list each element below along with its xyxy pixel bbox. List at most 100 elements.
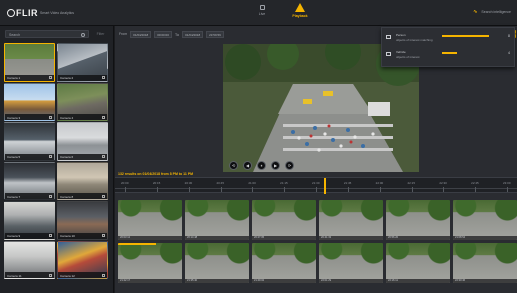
camera-label: Camera 4 bbox=[58, 114, 107, 120]
search-intelligence-menu[interactable]: ∿ Search intelligence bbox=[473, 9, 511, 15]
camera-label: Camera 9 bbox=[5, 232, 54, 239]
timeline[interactable]: 20:00 20:15 20:30 20:45 21:00 21:15 21:30 21:45… bbox=[115, 177, 517, 194]
camera-search-input[interactable]: Search bbox=[5, 30, 89, 38]
result-timestamp: 21:49:02 bbox=[252, 279, 316, 283]
camera-icon bbox=[102, 155, 105, 158]
top-bar: FLIR Smart Video Analytics Live Playback… bbox=[0, 0, 517, 26]
from-time-field[interactable]: 00:00:00 bbox=[154, 30, 172, 38]
objects-dropdown: Person objects of interest matching 8 Ve… bbox=[381, 27, 515, 67]
result-thumbnail[interactable]: 20:41:33 bbox=[319, 200, 383, 240]
timeline-tick bbox=[507, 187, 508, 192]
from-date-field[interactable]: 01/04/2018 bbox=[130, 30, 152, 38]
camera-label: Camera 7 bbox=[5, 193, 54, 199]
camera-thumbnail[interactable]: Camera 12 bbox=[57, 240, 108, 279]
to-date-field[interactable]: 01/04/2018 bbox=[182, 30, 204, 38]
app-tagline: Smart Video Analytics bbox=[40, 11, 74, 15]
camera-label: Camera 10 bbox=[58, 232, 107, 239]
forward-icon[interactable]: ⟳ bbox=[285, 160, 294, 170]
camera-thumbnail[interactable]: Camera 1 bbox=[4, 43, 55, 82]
timeline-tick-label: 22:15 bbox=[407, 181, 416, 185]
nav-playback[interactable]: Playback bbox=[289, 3, 311, 18]
timeline-tick-label: 20:30 bbox=[184, 181, 193, 185]
camera-thumbnail[interactable]: Camera 5 bbox=[4, 122, 55, 161]
camera-icon bbox=[102, 76, 105, 79]
filter-button[interactable]: Filter bbox=[92, 30, 109, 38]
timeline-playhead[interactable] bbox=[323, 178, 326, 194]
result-timestamp: 20:14:48 bbox=[185, 236, 249, 240]
result-thumbnail[interactable]: 20:14:48 bbox=[185, 200, 249, 240]
camera-thumbnail[interactable]: Camera 9 bbox=[4, 201, 55, 240]
camera-icon bbox=[49, 76, 52, 79]
timeline-tick bbox=[316, 187, 317, 192]
camera-icon bbox=[49, 273, 52, 277]
replay-icon[interactable]: ⟲ bbox=[229, 160, 238, 170]
camera-thumbnail[interactable]: Camera 7 bbox=[4, 161, 55, 200]
result-thumbnail[interactable]: 21:22:17 bbox=[118, 243, 182, 283]
result-timestamp: 20:03:12 bbox=[118, 236, 182, 240]
camera-label: Camera 6 bbox=[58, 153, 107, 160]
timeline-tick bbox=[188, 187, 190, 192]
result-highlight bbox=[118, 243, 157, 245]
timeline-tick bbox=[347, 187, 349, 192]
step-back-icon[interactable]: ◀ bbox=[243, 160, 252, 170]
timeline-tick bbox=[379, 187, 381, 192]
result-timestamp: 22:30:46 bbox=[453, 279, 517, 283]
camera-icon bbox=[102, 273, 105, 277]
result-thumbnail[interactable]: 22:30:46 bbox=[453, 243, 517, 283]
result-thumbnail[interactable]: 20:56:20 bbox=[386, 200, 450, 240]
dropdown-item-person[interactable]: Person objects of interest matching 8 bbox=[386, 32, 512, 46]
timeline-tick bbox=[443, 187, 445, 192]
vehicle-level-bar bbox=[442, 52, 457, 54]
flir-logo: FLIR bbox=[7, 8, 38, 18]
timeline-tick-label: 20:00 bbox=[121, 181, 129, 185]
player-controls: ⟲ ◀ ⏸ ▶ ⟳ bbox=[223, 158, 419, 172]
timeline-tick-label: 20:45 bbox=[216, 181, 225, 185]
result-timestamp: 21:22:17 bbox=[118, 279, 182, 283]
monitor-icon bbox=[259, 5, 265, 10]
camera-icon bbox=[102, 115, 105, 119]
camera-thumbnail[interactable]: Camera 3 bbox=[4, 82, 55, 121]
step-forward-icon[interactable]: ▶ bbox=[271, 160, 280, 170]
result-timestamp: 20:56:20 bbox=[386, 236, 450, 240]
timeline-tick-label: 22:45 bbox=[471, 181, 479, 185]
dropdown-item-vehicle[interactable]: Vehicle objects of interest 4 bbox=[386, 49, 512, 63]
pause-icon[interactable]: ⏸ bbox=[257, 160, 266, 170]
camera-icon bbox=[102, 194, 105, 198]
result-thumbnail[interactable]: 21:08:54 bbox=[453, 200, 517, 240]
camera-thumbnail[interactable]: Camera 4 bbox=[57, 82, 108, 121]
date-filters: From 01/04/2018 00:00:00 To 01/04/2018 2… bbox=[119, 29, 224, 39]
camera-label: Camera 11 bbox=[5, 272, 54, 278]
camera-thumbnail[interactable]: Camera 8 bbox=[57, 161, 108, 200]
main-area: From 01/04/2018 00:00:00 To 01/04/2018 2… bbox=[115, 26, 517, 293]
camera-label: Camera 3 bbox=[5, 114, 54, 120]
timeline-tick-label: 22:00 bbox=[375, 181, 384, 185]
search-icon bbox=[81, 32, 85, 37]
camera-thumbnail[interactable]: Camera 6 bbox=[57, 122, 108, 161]
timeline-tick bbox=[475, 187, 477, 192]
activity-icon: ∿ bbox=[473, 9, 478, 15]
result-thumbnail[interactable]: 22:16:11 bbox=[386, 243, 450, 283]
person-level-bar bbox=[442, 35, 489, 37]
camera-label: Camera 12 bbox=[58, 272, 107, 278]
camera-thumbnail[interactable]: Camera 10 bbox=[57, 201, 108, 240]
to-time-field[interactable]: 23:59:59 bbox=[206, 30, 224, 38]
nav-live[interactable]: Live bbox=[247, 5, 277, 16]
result-thumbnail[interactable]: 22:01:29 bbox=[319, 243, 383, 283]
result-thumbnail[interactable]: 21:35:40 bbox=[185, 243, 249, 283]
timeline-tick bbox=[220, 187, 222, 192]
timeline-tick bbox=[156, 187, 158, 192]
result-thumbnail[interactable]: 20:27:05 bbox=[252, 200, 316, 240]
result-thumbnail[interactable]: 21:49:02 bbox=[252, 243, 316, 283]
camera-icon bbox=[102, 234, 105, 237]
results-grid: 20:03:12 20:14:48 20:27:05 20:41:33 20:56:20… bbox=[118, 200, 517, 283]
camera-thumbnail[interactable]: Camera 2 bbox=[57, 43, 108, 82]
timeline-tick-label: 21:30 bbox=[312, 181, 320, 185]
camera-label: Camera 5 bbox=[5, 153, 54, 160]
timeline-tick bbox=[284, 187, 286, 192]
camera-thumbnail[interactable]: Camera 11 bbox=[4, 240, 55, 279]
vehicle-icon bbox=[386, 52, 391, 56]
timeline-tick-label: 23:00 bbox=[503, 181, 511, 185]
search-placeholder: Search bbox=[9, 33, 21, 37]
timeline-tick-label: 20:15 bbox=[152, 181, 161, 185]
result-thumbnail[interactable]: 20:03:12 bbox=[118, 200, 182, 240]
